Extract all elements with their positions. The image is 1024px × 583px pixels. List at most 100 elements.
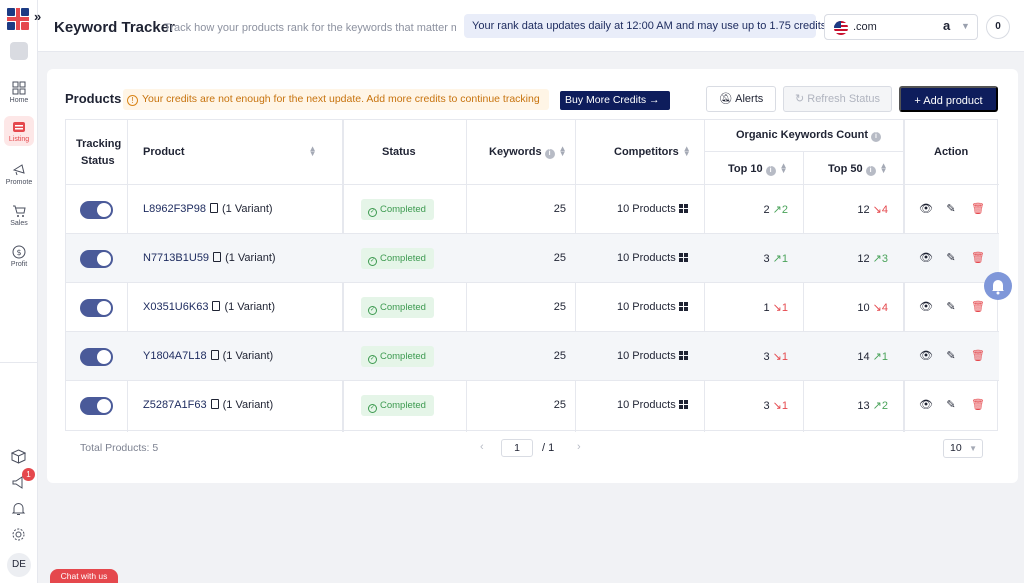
top10-value: 3 bbox=[763, 351, 770, 363]
refresh-icon: ↻ bbox=[794, 93, 805, 105]
user-avatar[interactable] bbox=[10, 42, 28, 60]
sidebar-item-listing[interactable]: Listing bbox=[0, 116, 38, 146]
view-icon[interactable]: 👁︎ bbox=[919, 349, 933, 363]
trend-down-icon: ↘ bbox=[872, 302, 882, 314]
refresh-status-button[interactable]: ↻ Refresh Status bbox=[783, 86, 892, 112]
sidebar-item-home[interactable]: Home bbox=[0, 81, 38, 104]
competitors-cell[interactable]: 10 Products bbox=[617, 252, 688, 264]
product-sku-link[interactable]: X0351U6K63 bbox=[143, 301, 208, 313]
total-products: Total Products: 5 bbox=[80, 442, 159, 454]
info-icon[interactable]: i bbox=[865, 166, 876, 176]
delete-icon[interactable]: 🗑︎ bbox=[971, 202, 985, 216]
marketplace-select[interactable]: .com a ▼ bbox=[824, 14, 978, 40]
edit-icon[interactable]: ✎ bbox=[945, 300, 957, 314]
copy-icon[interactable] bbox=[213, 252, 222, 262]
competitors-cell[interactable]: 10 Products bbox=[617, 350, 688, 362]
buy-more-credits-button[interactable]: Buy More Credits → bbox=[560, 91, 670, 110]
expand-sidebar-icon[interactable]: » bbox=[34, 9, 41, 24]
sort-icon[interactable]: ▲ ▼ bbox=[780, 162, 788, 175]
col-header-tracking-status: Status bbox=[81, 155, 115, 167]
page-input[interactable]: 1 bbox=[501, 439, 533, 457]
trend-up-icon: ↗ bbox=[772, 253, 782, 265]
tracking-toggle[interactable] bbox=[80, 348, 113, 366]
sort-icon[interactable]: ▲ ▼ bbox=[309, 145, 317, 158]
page-size-select[interactable]: 10 ▼ bbox=[943, 439, 983, 458]
box-icon[interactable] bbox=[11, 449, 26, 464]
alerts-button[interactable]: 🔕︎ Alerts bbox=[706, 86, 776, 112]
edit-icon[interactable]: ✎ bbox=[945, 202, 957, 216]
view-icon[interactable]: 👁︎ bbox=[919, 398, 933, 412]
grid-icon bbox=[678, 204, 688, 213]
bell-icon bbox=[992, 280, 1004, 295]
info-icon[interactable]: i bbox=[871, 132, 882, 142]
trend-up-icon: ↗ bbox=[872, 351, 882, 363]
delete-icon[interactable]: 🗑︎ bbox=[971, 398, 985, 412]
col-header-label: Product bbox=[143, 146, 185, 158]
competitors-cell[interactable]: 10 Products bbox=[617, 399, 688, 411]
sort-icon[interactable]: ▲ ▼ bbox=[683, 145, 691, 158]
sidebar-item-promote[interactable]: Promote bbox=[0, 163, 38, 186]
edit-icon[interactable]: ✎ bbox=[945, 349, 957, 363]
col-header-competitors[interactable]: Competitors ▲ ▼ bbox=[614, 145, 691, 159]
view-icon[interactable]: 👁︎ bbox=[919, 251, 933, 265]
competitors-cell[interactable]: 10 Products bbox=[617, 301, 688, 313]
info-icon[interactable]: i bbox=[544, 149, 555, 159]
competitors-count: 10 Products bbox=[617, 252, 676, 264]
page-title: Keyword Tracker bbox=[54, 19, 175, 36]
tracking-toggle[interactable] bbox=[80, 250, 113, 268]
edit-icon[interactable]: ✎ bbox=[945, 398, 957, 412]
top50-cell: 13 ↗2 bbox=[814, 399, 888, 412]
copy-icon[interactable] bbox=[210, 399, 219, 409]
floating-bell-button[interactable] bbox=[984, 272, 1012, 300]
status-badge: ✓ Completed bbox=[361, 297, 434, 318]
page-size-value: 10 bbox=[950, 442, 962, 454]
view-icon[interactable]: 👁︎ bbox=[919, 300, 933, 314]
copy-icon[interactable] bbox=[210, 203, 218, 213]
delete-icon[interactable]: 🗑︎ bbox=[971, 300, 985, 314]
chat-with-us-button[interactable]: Chat with us bbox=[50, 569, 118, 583]
product-sku-link[interactable]: N7713B1U59 bbox=[143, 252, 209, 264]
top10-delta: 1 bbox=[781, 253, 788, 265]
top10-cell: 3 ↘1 bbox=[716, 350, 788, 363]
delete-icon[interactable]: 🗑︎ bbox=[971, 251, 985, 265]
tracking-toggle[interactable] bbox=[80, 201, 113, 219]
competitors-cell[interactable]: 10 Products bbox=[617, 203, 688, 215]
status-badge: ✓ Completed bbox=[361, 346, 434, 367]
tracking-toggle[interactable] bbox=[80, 397, 113, 415]
counter-badge[interactable]: 0 bbox=[986, 15, 1010, 39]
chevron-right-icon[interactable]: › bbox=[577, 441, 581, 453]
copy-icon[interactable] bbox=[212, 301, 221, 311]
product-sku-link[interactable]: L8962F3P98 bbox=[143, 203, 206, 215]
sort-icon[interactable]: ▲ ▼ bbox=[880, 162, 888, 175]
sidebar-item-sales[interactable]: Sales bbox=[0, 204, 38, 227]
user-avatar-initials[interactable]: DE bbox=[7, 553, 31, 577]
chevron-left-icon[interactable]: ‹ bbox=[480, 441, 484, 453]
product-sku-link[interactable]: Y1804A7L18 bbox=[143, 350, 207, 362]
sidebar-item-profit[interactable]: $ Profit bbox=[0, 245, 38, 268]
status-badge: ✓ Completed bbox=[361, 248, 434, 269]
app-logo[interactable] bbox=[7, 8, 29, 30]
table-row: Y1804A7L18 (1 Variant) ✓ Completed 25 10 P… bbox=[66, 331, 999, 380]
sort-icon[interactable]: ▲ ▼ bbox=[559, 145, 567, 158]
copy-icon[interactable] bbox=[210, 350, 219, 360]
products-card: Products ! Your credits are not enough fo… bbox=[47, 69, 1018, 483]
add-product-button[interactable]: + Add product bbox=[899, 86, 998, 112]
top10-delta: 1 bbox=[781, 400, 788, 412]
col-header-label: Competitors bbox=[614, 146, 679, 158]
col-header-top50[interactable]: Top 50 i ▲ ▼ bbox=[828, 162, 888, 176]
tracking-toggle[interactable] bbox=[80, 299, 113, 317]
delete-icon[interactable]: 🗑︎ bbox=[971, 349, 985, 363]
edit-icon[interactable]: ✎ bbox=[945, 251, 957, 265]
view-icon[interactable]: 👁︎ bbox=[919, 202, 933, 216]
trend-down-icon: ↘ bbox=[772, 302, 782, 314]
table-row: X0351U6K63 (1 Variant) ✓ Completed 25 10 P… bbox=[66, 282, 999, 331]
bell-icon[interactable] bbox=[11, 501, 26, 516]
col-header-keywords[interactable]: Keywords i ▲ ▼ bbox=[489, 145, 567, 159]
info-icon[interactable]: i bbox=[765, 166, 776, 176]
trend-up-icon: ↗ bbox=[872, 400, 882, 412]
col-header-product[interactable]: Product ▲ ▼ bbox=[143, 145, 317, 159]
gear-icon[interactable] bbox=[11, 527, 26, 542]
product-sku-link[interactable]: Z5287A1F63 bbox=[143, 399, 207, 411]
add-label: Add product bbox=[923, 95, 983, 107]
col-header-top10[interactable]: Top 10 i ▲ ▼ bbox=[728, 162, 788, 176]
